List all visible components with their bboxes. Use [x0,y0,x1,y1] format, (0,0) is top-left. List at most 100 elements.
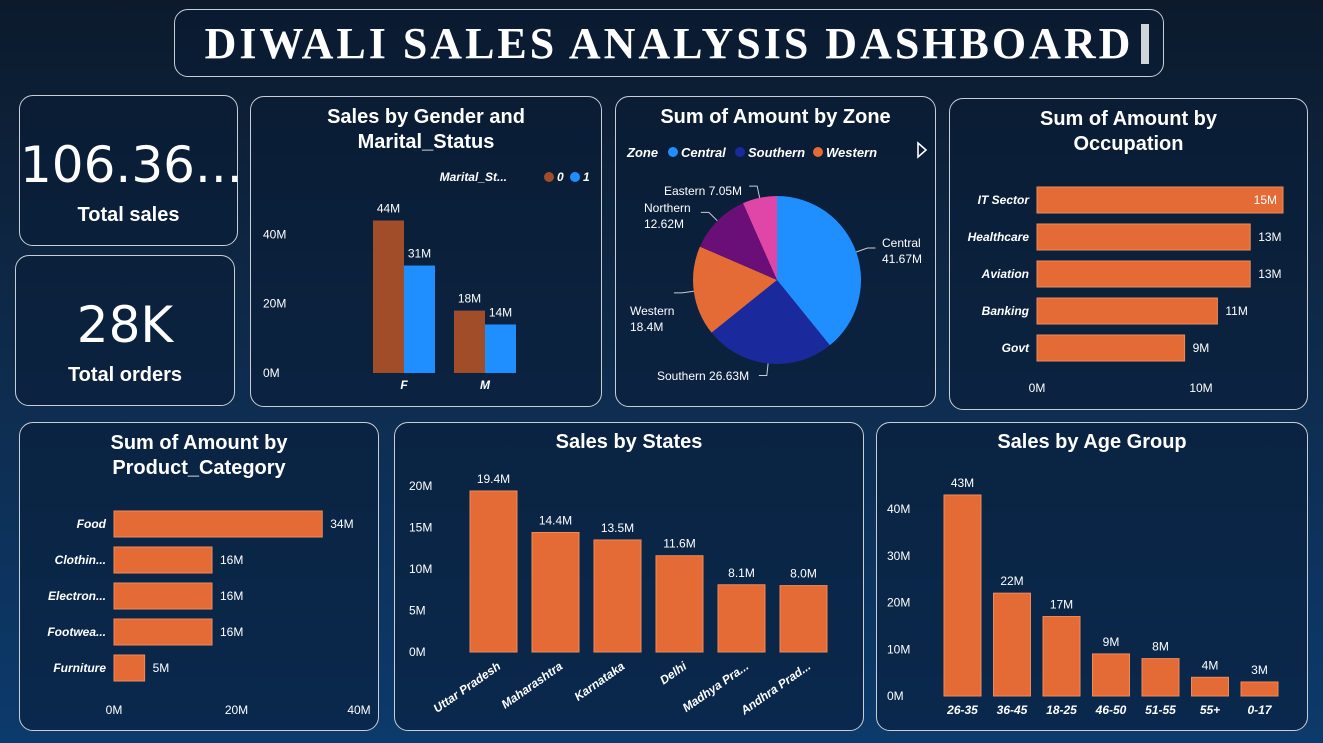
data-label: 19.4M [477,472,510,486]
bar [1240,681,1279,697]
bar [404,265,435,373]
data-label: 18M [458,292,481,306]
data-label: 13M [1258,267,1281,281]
y-tick-label: 0M [409,645,426,659]
bar [113,510,323,538]
category-label: Govt [1002,341,1030,355]
gender-chart-svg: Marital_St... 0 1 0M 20M 40M 44M 31M F 18M 14M M [263,170,590,392]
kpi-label: Total sales [77,204,180,226]
legend-marker [735,147,745,157]
data-label: 8M [1152,640,1169,654]
bar [469,490,518,653]
y-tick-label: 15M [409,521,432,535]
data-label: 16M [220,553,243,567]
y-tick-label: 30M [887,549,910,563]
bar [655,555,704,653]
legend-title: Zone [626,145,658,160]
y-tick-label: 0M [887,689,904,703]
title-accent-bar [1141,24,1149,64]
slice-label: Eastern 7.05M [664,184,742,198]
x-tick-label: 51-55 [1145,703,1176,717]
leader-line [749,185,761,198]
legend-label: Central [681,145,726,160]
kpi-label: Total orders [67,364,183,386]
data-label: 22M [1000,574,1023,588]
y-tick-label: 40M [887,502,910,516]
leader-line [758,363,769,376]
age-chart-svg: 0M 10M 20M 30M 40M 43M 26-35 22M 36-45 17M 18-25 9M… [887,476,1279,717]
x-tick-label: Uttar Pradesh [431,659,503,716]
category-label: Electron... [48,589,106,603]
bar [1092,653,1130,697]
data-label: 5M [153,661,170,675]
data-label: 8.1M [728,566,755,580]
age-group-bar-chart[interactable]: Sales by Age Group 0M 10M 20M 30M 40M 43M 26-3… [876,422,1308,731]
bar [113,582,213,610]
data-label: 13.5M [601,521,634,535]
y-tick-label: 40M [263,227,286,241]
kpi-value: 106.36... [20,136,243,194]
product-category-chart[interactable]: Sum of Amount by Product_Category Food 34… [19,422,379,731]
x-tick-label: 0-17 [1247,703,1272,717]
x-tick-label: Karnataka [572,659,628,704]
bar [531,531,580,653]
x-tick-label: 20M [225,703,248,717]
category-label: IT Sector [978,193,1031,207]
bar [779,585,828,653]
data-label: 8.0M [790,567,817,581]
leader-line [700,211,718,222]
occupation-bar-chart[interactable]: Sum of Amount by Occupation IT Sector 15M… [949,98,1308,410]
y-tick-label: 10M [887,642,910,656]
data-label: 31M [408,247,431,261]
gender-marital-chart[interactable]: Sales by Gender and Marital_Status Marit… [250,96,602,407]
occupation-chart-svg: IT Sector 15M Healthcare 13M Aviation 13M Bank… [968,186,1284,395]
kpi-card-total-sales[interactable]: 106.36... Total sales [19,95,243,246]
legend-next-arrow-icon [917,141,928,159]
category-label: Clothin... [55,553,106,567]
zone-pie-chart[interactable]: Sum of Amount by Zone Zone Central Souther… [615,96,936,407]
bar [1036,223,1251,251]
category-label: Healthcare [968,230,1030,244]
dashboard-title-bar: DIWALI SALES ANALYSIS DASHBOARD [174,9,1164,77]
states-bar-chart[interactable]: Sales by States 0M 5M 10M 15M 20M 19.4M Uttar … [394,422,864,731]
data-label: 16M [220,625,243,639]
slice-label-value: 12.62M [644,217,684,231]
x-tick-label: 18-25 [1046,703,1077,717]
bar [1191,676,1229,697]
slice-label: Southern 26.63M [657,369,749,383]
slice-label-name: Central [882,236,921,250]
slice-label-name: Western [630,304,674,318]
bar [454,310,485,373]
legend-marker [813,147,823,157]
legend-marker [544,172,554,182]
bar [113,546,213,574]
states-chart-svg: 0M 5M 10M 15M 20M 19.4M Uttar Pradesh 14.4M Maha… [409,472,828,718]
bar [993,592,1031,697]
data-label: 16M [220,589,243,603]
bar [943,494,982,697]
data-label: 4M [1202,658,1219,672]
category-label: Furniture [53,661,106,675]
category-label: Banking [982,304,1030,318]
x-tick-label: 46-50 [1095,703,1127,717]
bar [485,324,516,373]
zone-chart-svg: Zone Central Southern Western Central 41.67M S… [626,141,928,383]
leader-line [856,247,876,253]
data-label: 11.6M [663,537,695,551]
dashboard-title: DIWALI SALES ANALYSIS DASHBOARD [204,18,1134,68]
category-label: Food [77,517,107,531]
y-tick-label: 5M [409,604,426,618]
product-chart-svg: Food 34M Clothin... 16M Electron... 16M Footwe… [47,510,371,717]
bar [113,618,213,646]
x-tick-label: M [480,378,491,392]
legend-label: 1 [583,170,590,184]
bar [113,654,146,682]
legend-title: Marital_St... [440,170,507,184]
bar [1036,334,1186,362]
bar [717,584,766,653]
data-label: 17M [1050,598,1073,612]
x-tick-label: 55+ [1200,703,1220,717]
data-label: 34M [330,517,353,531]
legend-marker [570,172,580,182]
kpi-card-total-orders[interactable]: 28K Total orders [15,255,235,406]
